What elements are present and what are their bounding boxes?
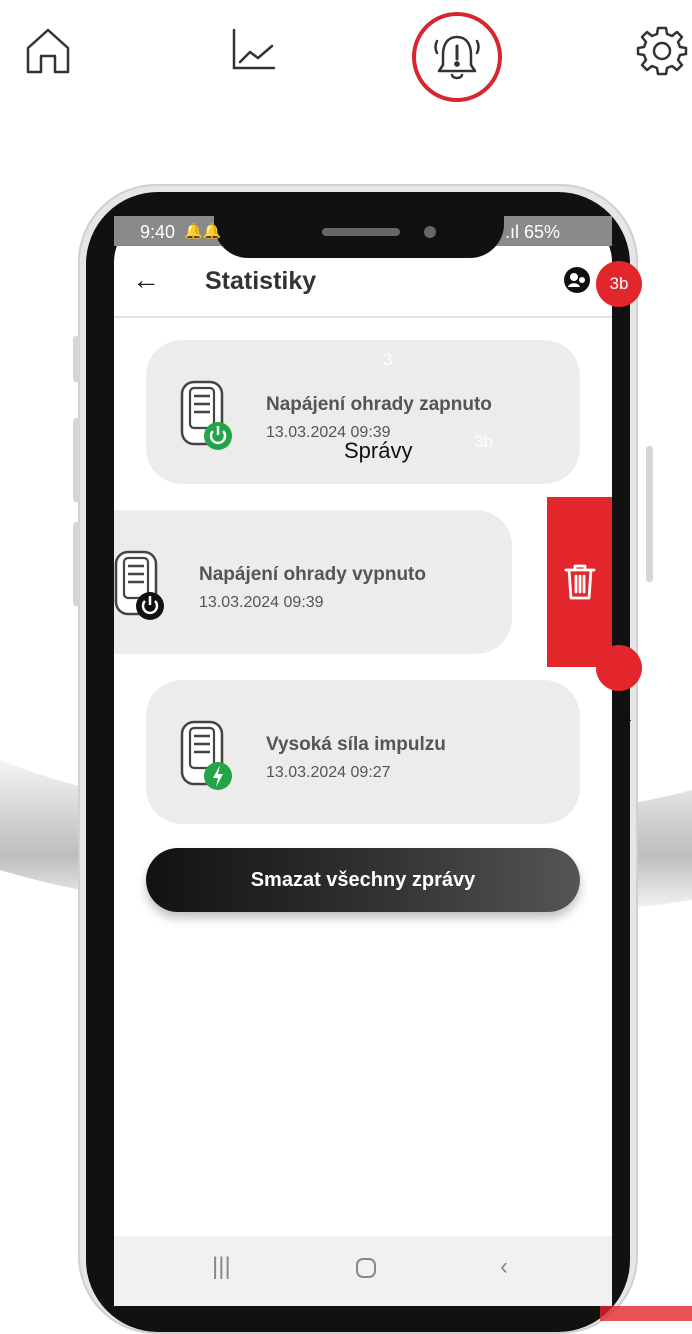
trash-icon[interactable] xyxy=(562,562,598,602)
message-title: Vysoká síla impulzu xyxy=(266,734,446,755)
message-title: Napájení ohrady vypnuto xyxy=(199,564,426,585)
annotation-3b-marker: 3b xyxy=(596,261,642,307)
phone-speaker xyxy=(322,228,400,236)
header-divider xyxy=(114,316,612,318)
phone-side-button xyxy=(73,522,80,606)
home-icon xyxy=(26,28,70,74)
page-title: Statistiky xyxy=(205,267,317,295)
back-arrow-icon[interactable]: ← xyxy=(132,264,160,296)
nav-alerts[interactable] xyxy=(412,12,502,102)
energizer-device-icon xyxy=(114,550,164,620)
status-time: 9:40 xyxy=(140,222,176,242)
annotation-3b-ghost: 3b xyxy=(474,432,493,451)
annotation-3a-label: 3a xyxy=(612,706,631,725)
nav-home[interactable] xyxy=(16,18,80,82)
alert-bell-icon xyxy=(434,35,480,80)
message-title: Napájení ohrady zapnuto xyxy=(266,394,492,415)
status-signal-battery: .ıl 65% xyxy=(505,222,560,243)
phone-camera xyxy=(424,226,436,238)
gear-icon xyxy=(636,26,688,76)
phone-side-button xyxy=(73,336,80,382)
annotation-3-ghost: 3 xyxy=(383,350,393,369)
nav-settings[interactable] xyxy=(630,18,692,82)
clear-all-messages-button[interactable]: Smazat všechny zprávy xyxy=(146,848,580,912)
signal-icon: .ıl xyxy=(505,222,525,242)
annotation-3a-marker xyxy=(596,645,642,691)
phone-power-button xyxy=(646,446,653,582)
chart-line-icon xyxy=(232,28,276,70)
message-date: 13.03.2024 09:27 xyxy=(266,764,391,781)
section-label: Správy xyxy=(344,438,413,463)
battery-level: 65% xyxy=(524,222,561,242)
energizer-device-icon xyxy=(180,380,232,450)
top-navigation xyxy=(0,0,692,110)
energizer-device-icon xyxy=(180,720,232,790)
nav-statistics[interactable] xyxy=(220,18,284,82)
home-button-icon[interactable] xyxy=(354,1256,378,1280)
notification-bell-icon: 🔔🔔 xyxy=(184,223,222,240)
profile-icon[interactable] xyxy=(563,266,591,294)
phone-side-button xyxy=(73,418,80,502)
message-date: 13.03.2024 09:39 xyxy=(199,594,324,611)
back-button-icon[interactable]: ‹ xyxy=(500,1253,508,1281)
recent-apps-icon[interactable]: ||| xyxy=(212,1253,231,1281)
brand-corner-fragment xyxy=(600,1306,692,1321)
